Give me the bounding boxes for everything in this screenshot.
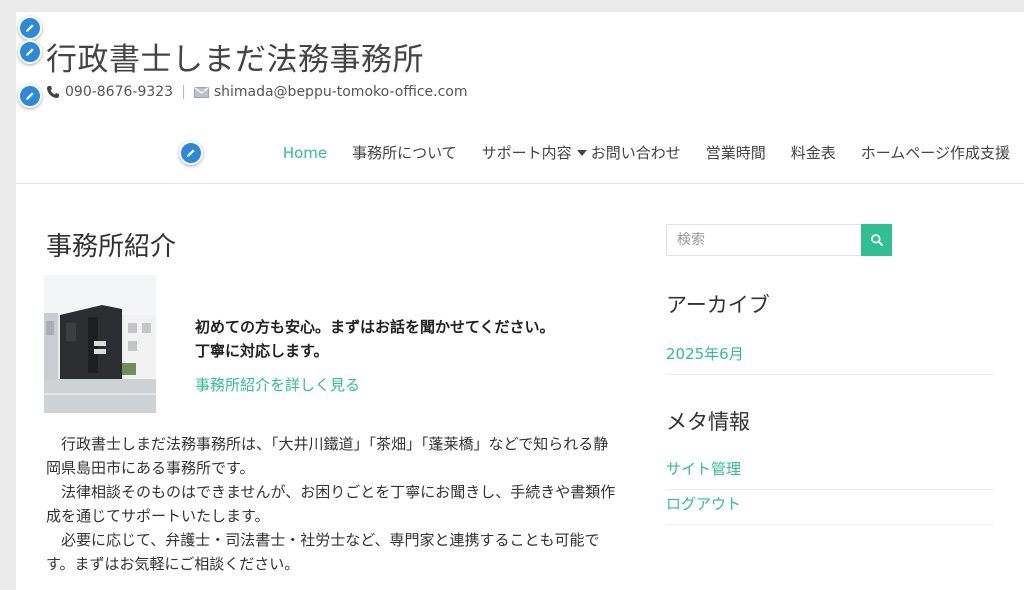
archive-widget-title: アーカイブ xyxy=(666,293,770,317)
page: 行政書士しまだ法務事務所 090-8676-9323 | shimada@bep… xyxy=(16,12,1024,590)
search-input[interactable] xyxy=(666,224,861,256)
paragraph: 行政書士しまだ法務事務所は、「大井川鐵道」「茶畑」「蓬莱橋」などで知られる静岡県… xyxy=(46,435,609,477)
meta-link-site-admin[interactable]: サイト管理 xyxy=(666,458,994,490)
phone-icon xyxy=(47,86,59,98)
edit-pencil-icon[interactable] xyxy=(179,141,203,165)
body-text: 行政書士しまだ法務事務所は、「大井川鐵道」「茶畑」「蓬莱橋」などで知られる静岡県… xyxy=(46,432,621,576)
email-address[interactable]: shimada@beppu-tomoko-office.com xyxy=(214,84,468,100)
nav-item-support[interactable]: サポート内容 xyxy=(482,142,587,163)
paragraph: 法律相談そのものはできませんが、お困りごとを丁寧にお聞きし、手続きや書類作成を通… xyxy=(46,483,616,525)
archive-link[interactable]: 2025年6月 xyxy=(666,343,994,375)
nav-item-hours[interactable]: 営業時間 xyxy=(706,142,766,163)
meta-link-logout[interactable]: ログアウト xyxy=(666,493,994,525)
search-form xyxy=(666,224,892,256)
nav-item-support-label: サポート内容 xyxy=(481,144,572,162)
nav-item-web-support[interactable]: ホームページ作成支援 xyxy=(861,142,1010,163)
meta-widget-title: メタ情報 xyxy=(666,410,750,434)
header-divider xyxy=(16,183,1024,184)
nav-item-home[interactable]: Home xyxy=(283,144,327,162)
search-button[interactable] xyxy=(861,224,892,256)
nav-item-pricing[interactable]: 料金表 xyxy=(791,142,836,163)
nav-item-about[interactable]: 事務所について xyxy=(352,142,457,163)
main-nav: Home 事務所について サポート内容 お問い合わせ 営業時間 料金表 ホームペ… xyxy=(258,142,1010,163)
read-more-link[interactable]: 事務所紹介を詳しく見る xyxy=(195,374,360,395)
search-icon xyxy=(870,234,883,246)
intro-line-2: 丁寧に対応します。 xyxy=(195,342,329,360)
page-title: 事務所紹介 xyxy=(46,232,177,262)
office-building-image xyxy=(44,275,156,413)
edit-pencil-icon[interactable] xyxy=(18,40,42,64)
nav-item-contact[interactable]: お問い合わせ xyxy=(591,142,681,163)
paragraph: 必要に応じて、弁護士・司法書士・社労士など、専門家と連携することも可能です。まず… xyxy=(46,531,600,573)
divider: | xyxy=(181,84,186,100)
envelope-icon xyxy=(193,86,209,98)
intro-line-1: 初めての方も安心。まずはお話を聞かせてください。 xyxy=(195,318,555,336)
intro-text: 初めての方も安心。まずはお話を聞かせてください。 丁寧に対応します。 xyxy=(195,315,555,363)
edit-pencil-icon[interactable] xyxy=(18,16,42,40)
phone-number[interactable]: 090-8676-9323 xyxy=(65,84,173,100)
caret-down-icon xyxy=(576,149,587,156)
site-title[interactable]: 行政書士しまだ法務事務所 xyxy=(46,34,424,79)
edit-pencil-icon[interactable] xyxy=(18,84,42,108)
contact-info: 090-8676-9323 | shimada@beppu-tomoko-off… xyxy=(46,84,468,100)
